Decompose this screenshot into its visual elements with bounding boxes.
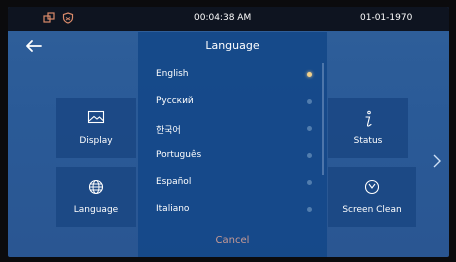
option-label: Português bbox=[156, 150, 202, 160]
language-option-portuguese[interactable]: Português bbox=[138, 145, 314, 165]
option-label: 한국어 bbox=[156, 126, 181, 136]
shield-icon bbox=[61, 11, 75, 25]
arrow-left-icon bbox=[26, 40, 42, 52]
tile-label: Language bbox=[73, 205, 119, 215]
device-screen: 00:04:38 AM 01-01-1970 Display Language bbox=[8, 7, 449, 257]
radio-indicator bbox=[307, 180, 312, 185]
language-option-italian[interactable]: Italiano bbox=[138, 199, 314, 219]
network-icon bbox=[42, 11, 56, 25]
radio-indicator bbox=[307, 126, 312, 131]
cancel-button[interactable]: Cancel bbox=[138, 235, 327, 246]
language-option-english[interactable]: English bbox=[138, 64, 314, 84]
status-time: 00:04:38 AM bbox=[194, 13, 252, 23]
language-dialog: Language English Русский 한국어 Português E… bbox=[138, 32, 327, 257]
dialog-title: Language bbox=[205, 39, 260, 52]
option-label: Русский bbox=[156, 96, 194, 106]
radio-indicator bbox=[307, 72, 312, 77]
tile-label: Screen Clean bbox=[342, 205, 402, 215]
language-option-spanish[interactable]: Español bbox=[138, 172, 314, 192]
tile-screen-clean[interactable]: Screen Clean bbox=[328, 167, 416, 227]
globe-icon bbox=[88, 179, 104, 195]
tile-label: Display bbox=[79, 136, 113, 146]
status-icons bbox=[42, 11, 75, 25]
timer-icon bbox=[364, 179, 380, 195]
info-icon bbox=[365, 110, 372, 127]
tile-status[interactable]: Status bbox=[328, 98, 408, 158]
back-button[interactable] bbox=[25, 38, 43, 52]
language-option-korean[interactable]: 한국어 bbox=[138, 118, 314, 138]
language-option-russian[interactable]: Русский bbox=[138, 91, 314, 111]
next-page-button[interactable] bbox=[432, 153, 442, 172]
tile-label: Status bbox=[353, 136, 383, 146]
tile-display[interactable]: Display bbox=[56, 98, 136, 158]
chevron-right-icon bbox=[433, 154, 441, 168]
status-date: 01-01-1970 bbox=[360, 13, 413, 23]
option-label: English bbox=[156, 69, 189, 79]
option-label: Italiano bbox=[156, 204, 190, 214]
radio-indicator bbox=[307, 99, 312, 104]
option-label: Español bbox=[156, 177, 192, 187]
tile-language[interactable]: Language bbox=[56, 167, 136, 227]
radio-indicator bbox=[307, 153, 312, 158]
image-icon bbox=[87, 110, 105, 124]
status-bar: 00:04:38 AM 01-01-1970 bbox=[8, 7, 449, 31]
radio-indicator bbox=[307, 207, 312, 212]
scrollbar[interactable] bbox=[322, 63, 324, 175]
